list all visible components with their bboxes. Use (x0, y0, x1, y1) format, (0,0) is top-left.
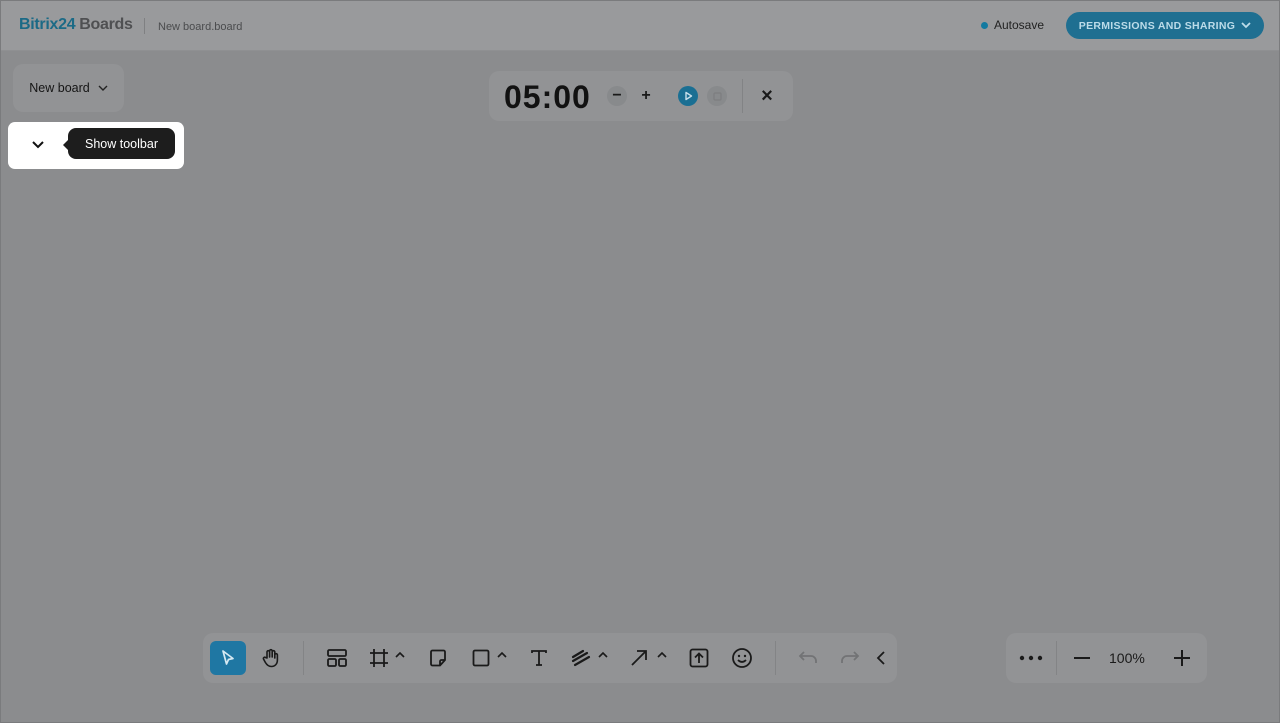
board-selector[interactable]: New board (13, 64, 124, 112)
minus-icon: − (612, 87, 622, 104)
undo-button[interactable] (793, 642, 823, 674)
chevron-down-icon (98, 85, 108, 92)
zoom-level[interactable]: 100% (1109, 650, 1145, 666)
timer-stop-button[interactable] (707, 86, 727, 106)
shape-tool-button[interactable] (467, 642, 495, 674)
logo-product: Boards (79, 16, 133, 33)
rectangle-icon (471, 648, 491, 668)
stop-icon (712, 91, 722, 101)
text-tool-button[interactable] (524, 642, 554, 674)
file-name: New board.board (158, 21, 243, 33)
autosave-label: Autosave (994, 18, 1045, 32)
hand-tool-button[interactable] (255, 642, 287, 674)
more-options-button[interactable] (1016, 642, 1046, 674)
permissions-sharing-button[interactable]: PERMISSIONS AND SHARING (1066, 12, 1264, 39)
timer-separator: : (541, 79, 554, 115)
redo-icon (839, 650, 861, 666)
chevron-down-icon (1241, 22, 1251, 29)
collapse-toolbar-button[interactable] (873, 642, 889, 674)
logo-brand: Bitrix24 (19, 16, 76, 33)
upload-icon (688, 647, 710, 669)
undo-icon (797, 650, 819, 666)
chevron-down-icon (31, 140, 45, 149)
timer-seconds: 00 (553, 79, 591, 115)
play-icon (683, 91, 693, 101)
arrow-icon (629, 648, 649, 668)
text-icon (529, 648, 549, 668)
pen-menu-caret-icon[interactable] (598, 651, 608, 658)
timer-divider (742, 79, 743, 113)
tooltip-text: Show toolbar (85, 136, 158, 151)
bottom-toolbar (203, 633, 897, 683)
app-logo[interactable]: Bitrix24 Boards (19, 16, 133, 34)
shape-menu-caret-icon[interactable] (497, 651, 507, 658)
timer-decrease-button[interactable]: − (607, 86, 627, 106)
toolbar-divider (775, 641, 776, 675)
timer-increase-button[interactable]: + (636, 86, 656, 106)
sticky-note-icon (428, 648, 448, 668)
permissions-label: PERMISSIONS AND SHARING (1078, 19, 1236, 32)
timer-close-button[interactable]: × (757, 84, 777, 107)
timer-minutes: 05 (504, 79, 542, 115)
frame-menu-caret-icon[interactable] (395, 651, 405, 658)
frame-tool-button[interactable] (365, 642, 393, 674)
more-dots-icon (1019, 655, 1043, 661)
zoom-controls: 100% (1006, 633, 1207, 683)
close-icon: × (761, 84, 773, 107)
templates-tool-button[interactable] (321, 642, 353, 674)
show-toolbar-tooltip: Show toolbar (63, 128, 175, 159)
autosave-status: Autosave (981, 18, 1044, 32)
cursor-icon (219, 649, 237, 667)
arrow-tool-button[interactable] (625, 642, 653, 674)
minus-icon (1073, 656, 1091, 660)
board-name: New board (29, 81, 90, 95)
frame-icon (368, 647, 390, 669)
hand-icon (260, 647, 282, 669)
pen-tool-button[interactable] (567, 642, 595, 674)
upload-tool-button[interactable] (684, 642, 714, 674)
sticky-note-tool-button[interactable] (423, 642, 453, 674)
redo-button[interactable] (835, 642, 865, 674)
zoom-out-button[interactable] (1069, 642, 1095, 674)
plus-icon: + (641, 87, 651, 104)
toolbar-divider (303, 641, 304, 675)
timer-display: 05:00 (504, 79, 591, 116)
zoom-in-button[interactable] (1169, 642, 1195, 674)
show-toolbar-button[interactable] (14, 129, 62, 160)
templates-icon (326, 648, 348, 668)
timer-widget: 05:00 − + × (489, 71, 793, 121)
arrow-menu-caret-icon[interactable] (657, 651, 667, 658)
chevron-left-icon (876, 651, 886, 665)
select-tool-button[interactable] (210, 641, 246, 675)
emoji-icon (731, 647, 753, 669)
plus-icon (1173, 649, 1191, 667)
status-dot-icon (981, 21, 988, 29)
zoom-divider (1056, 641, 1057, 675)
emoji-tool-button[interactable] (727, 642, 757, 674)
pen-icon (570, 648, 592, 668)
header-divider (144, 18, 145, 34)
top-bar: Bitrix24 Boards New board.board Autosave … (1, 1, 1279, 51)
timer-start-button[interactable] (678, 86, 698, 106)
